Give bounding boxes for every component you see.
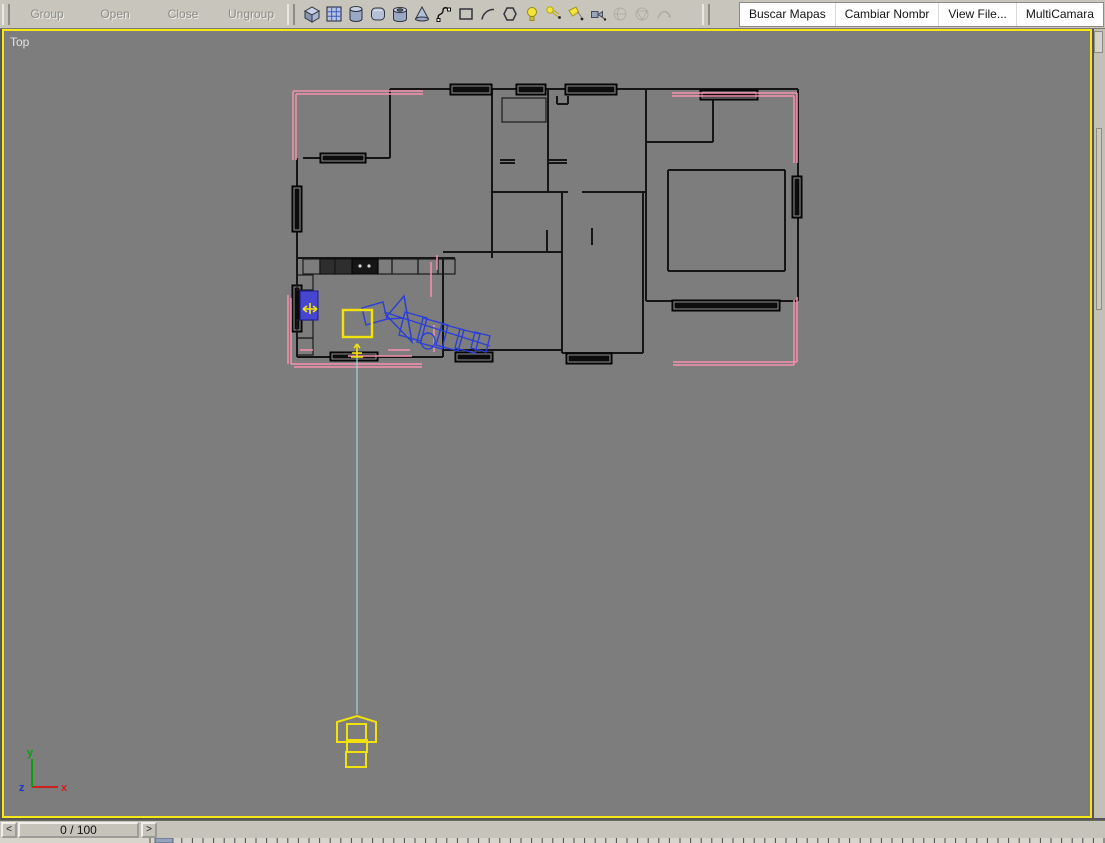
grid-plane-icon[interactable]	[324, 4, 344, 24]
object-toolbar	[302, 4, 676, 24]
previous-frame-button[interactable]: <	[1, 822, 17, 838]
panel-tab[interactable]	[1094, 31, 1103, 53]
toolbar-grip[interactable]	[702, 3, 710, 25]
disabled-sphere-icon[interactable]	[610, 4, 630, 24]
chamfer-box-icon[interactable]	[368, 4, 388, 24]
script-button-panel: Buscar Mapas Cambiar Nombr View File... …	[739, 1, 1104, 27]
rectangle-icon[interactable]	[456, 4, 476, 24]
track-bar[interactable]	[0, 838, 1105, 843]
close-group-button[interactable]: Close	[152, 4, 214, 25]
top-viewport[interactable]	[2, 29, 1092, 818]
target-camera-icon[interactable]	[588, 4, 608, 24]
cone-icon[interactable]	[412, 4, 432, 24]
multicamara-button[interactable]: MultiCamara	[1016, 2, 1103, 26]
viewport-label[interactable]: Top	[10, 35, 29, 49]
cambiar-nombre-button[interactable]: Cambiar Nombr	[835, 2, 940, 26]
next-frame-button[interactable]: >	[141, 822, 157, 838]
ungroup-button[interactable]: Ungroup	[220, 4, 282, 25]
view-file-button[interactable]: View File...	[939, 2, 1017, 26]
disabled-geosphere-icon[interactable]	[632, 4, 652, 24]
circle-icon[interactable]	[500, 4, 520, 24]
open-group-button[interactable]: Open	[84, 4, 146, 25]
free-spot-light-icon[interactable]	[566, 4, 586, 24]
cylinder-icon[interactable]	[346, 4, 366, 24]
spline-icon[interactable]	[434, 4, 454, 24]
arc-icon[interactable]	[478, 4, 498, 24]
target-spot-light-icon[interactable]	[544, 4, 564, 24]
disabled-bind-icon[interactable]	[654, 4, 674, 24]
omni-light-icon[interactable]	[522, 4, 542, 24]
group-button[interactable]: Group	[16, 4, 78, 25]
time-slider-bar: < 0 / 100 >	[0, 820, 1105, 838]
panel-scrollbar[interactable]	[1096, 128, 1102, 310]
toolbar-grip[interactable]	[2, 3, 10, 25]
main-toolbar: Group Open Close Ungroup Buscar Mapas Ca…	[0, 0, 1105, 29]
toolbar-grip[interactable]	[287, 3, 295, 25]
time-slider[interactable]: 0 / 100	[18, 822, 139, 838]
box-icon[interactable]	[302, 4, 322, 24]
buscar-mapas-button[interactable]: Buscar Mapas	[740, 2, 836, 26]
tube-icon[interactable]	[390, 4, 410, 24]
